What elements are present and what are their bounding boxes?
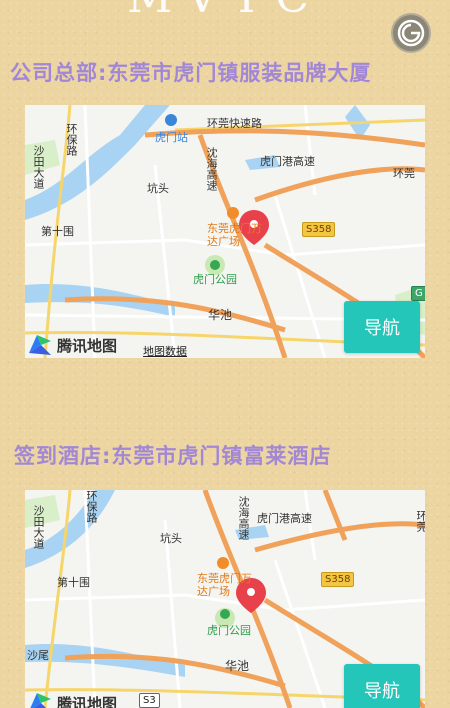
map-attribution-link[interactable]: 地图数据 bbox=[143, 343, 187, 358]
map-label: 东莞虎门万达广场 bbox=[197, 572, 252, 598]
map-label: 第十围 bbox=[57, 576, 90, 589]
map-label: 沈海高速 bbox=[237, 496, 250, 540]
company-headquarters-heading: 公司总部:东莞市虎门镇服装品牌大厦 bbox=[10, 61, 372, 85]
map-label: 沙尾 bbox=[27, 649, 49, 662]
map-label: 沙田大道 bbox=[32, 145, 45, 189]
map-label: 虎门站 bbox=[155, 131, 188, 144]
map-label: 华池 bbox=[225, 659, 250, 673]
map-provider-name: 腾讯地图 bbox=[57, 336, 118, 355]
map-label: 环保路 bbox=[65, 123, 78, 156]
train-station-icon bbox=[165, 114, 177, 126]
navigate-button[interactable]: 导航 bbox=[344, 664, 420, 708]
road-shield: G bbox=[411, 286, 425, 301]
map-provider-name: 腾讯地图 bbox=[57, 694, 118, 708]
tencent-map-logo-icon bbox=[27, 691, 53, 708]
map-label: 虎门港高速 bbox=[260, 155, 315, 168]
map-label: 环莞 bbox=[415, 510, 425, 532]
park-icon bbox=[220, 609, 230, 619]
tencent-map-logo-icon bbox=[27, 333, 53, 357]
tencent-map-logo: 腾讯地图 bbox=[27, 691, 117, 708]
map-label: 坑头 bbox=[147, 182, 169, 195]
hotel-map[interactable]: 沙田大道 沈海高速 虎门港高速 坑头 第十围 东莞虎门万达广场 虎门公园 华池 … bbox=[25, 490, 425, 708]
map-label: 华池 bbox=[208, 308, 233, 322]
page-top-title: MVTC bbox=[0, 0, 450, 23]
map-label: 沙田大道 bbox=[32, 505, 45, 549]
tencent-map-logo: 腾讯地图 bbox=[27, 333, 117, 357]
shopping-mall-icon bbox=[217, 557, 229, 569]
shopping-mall-icon bbox=[227, 207, 239, 219]
navigate-button[interactable]: 导航 bbox=[344, 301, 420, 353]
road-shield: S358 bbox=[321, 572, 355, 587]
map-label: 第十围 bbox=[41, 225, 74, 238]
map-label: 虎门港高速 bbox=[257, 512, 312, 525]
road-shield: S358 bbox=[302, 222, 336, 237]
map-label: 环保路 bbox=[85, 490, 98, 523]
hotel-checkin-heading: 签到酒店:东莞市虎门镇富莱酒店 bbox=[14, 444, 332, 468]
map-label: 沈海高速 bbox=[205, 147, 218, 191]
map-label: 虎门公园 bbox=[193, 273, 237, 286]
headquarters-map[interactable]: 环保路 沙田大道 虎门站 环莞快速路 沈海高速 虎门港高速 坑头 第十围 东莞虎… bbox=[25, 105, 425, 358]
map-label: 坑头 bbox=[160, 532, 182, 545]
park-icon bbox=[210, 260, 220, 270]
map-label: 环莞快速路 bbox=[207, 117, 262, 130]
music-disc-icon bbox=[397, 19, 425, 47]
map-label: 东莞虎门万达广场 bbox=[207, 222, 262, 248]
road-shield: S3 bbox=[139, 693, 160, 708]
music-toggle-button[interactable] bbox=[391, 13, 431, 53]
map-label: 环莞 bbox=[393, 167, 415, 180]
map-label: 虎门公园 bbox=[207, 624, 251, 637]
